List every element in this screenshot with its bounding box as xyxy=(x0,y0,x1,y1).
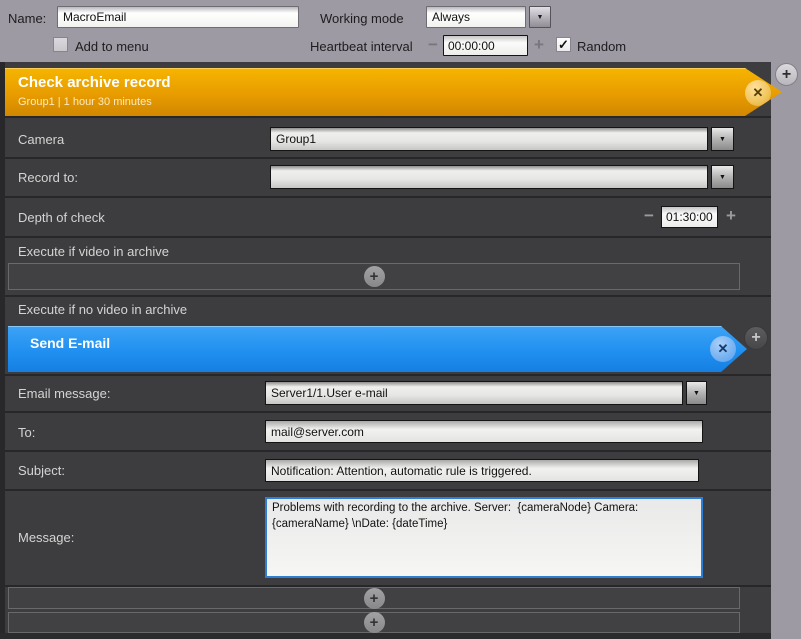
random-checkbox[interactable]: ✓ xyxy=(556,37,571,52)
close-icon: ✕ xyxy=(718,341,729,357)
minus-icon: − xyxy=(644,206,654,225)
checkmark-icon: ✓ xyxy=(558,39,569,51)
to-label: To: xyxy=(18,425,35,440)
chevron-down-icon: ▼ xyxy=(719,136,726,143)
add-action-button[interactable]: + xyxy=(364,612,385,633)
row-separator xyxy=(5,411,771,413)
plus-icon: + xyxy=(370,270,379,283)
depth-increase-button[interactable]: + xyxy=(726,209,736,223)
panel-left-edge xyxy=(0,62,5,639)
plus-icon: + xyxy=(534,35,544,54)
minus-icon: − xyxy=(428,35,438,54)
row-separator xyxy=(5,196,771,198)
heartbeat-decrease-button[interactable]: − xyxy=(428,38,438,52)
subject-field[interactable] xyxy=(265,459,699,482)
record-to-label: Record to: xyxy=(18,170,78,185)
chevron-down-icon: ▼ xyxy=(693,390,700,397)
execute-if-no-video-label: Execute if no video in archive xyxy=(18,302,187,317)
chevron-down-icon: ▼ xyxy=(719,174,726,181)
send-email-block-header[interactable]: Send E-mail ✕ xyxy=(8,326,747,372)
add-action-after-email-button[interactable]: + xyxy=(744,326,768,350)
record-to-select[interactable] xyxy=(270,165,708,189)
plus-icon: + xyxy=(370,616,379,629)
add-to-menu-checkbox[interactable] xyxy=(53,37,68,52)
to-field[interactable] xyxy=(265,420,703,443)
add-action-button[interactable]: + xyxy=(364,588,385,609)
depth-decrease-button[interactable]: − xyxy=(644,209,654,223)
row-separator xyxy=(5,295,771,297)
heartbeat-increase-button[interactable]: + xyxy=(534,38,544,52)
close-icon: ✕ xyxy=(753,85,764,101)
execute-if-video-label: Execute if video in archive xyxy=(18,244,169,259)
heartbeat-label: Heartbeat interval xyxy=(310,39,413,54)
row-separator xyxy=(5,157,771,159)
add-to-menu-label: Add to menu xyxy=(75,39,149,54)
random-label: Random xyxy=(577,39,626,54)
working-mode-select[interactable]: Always xyxy=(426,6,526,28)
plus-icon: + xyxy=(726,206,736,225)
email-message-select[interactable]: Server1/1.User e-mail xyxy=(265,381,683,405)
add-action-bottom-bar-1[interactable]: + xyxy=(8,587,740,609)
heartbeat-field[interactable] xyxy=(443,35,528,56)
message-field[interactable]: Problems with recording to the archive. … xyxy=(265,497,703,578)
email-message-label: Email message: xyxy=(18,386,110,401)
camera-label: Camera xyxy=(18,132,64,147)
working-mode-dropdown-button[interactable]: ▼ xyxy=(529,6,551,28)
add-action-top-button[interactable]: + xyxy=(775,63,798,86)
plus-icon: + xyxy=(751,331,760,345)
add-action-if-video-bar[interactable]: + xyxy=(8,263,740,290)
row-separator xyxy=(5,116,771,118)
block-title: Send E-mail xyxy=(30,335,110,351)
depth-of-check-field[interactable] xyxy=(661,206,718,228)
working-mode-label: Working mode xyxy=(320,11,404,26)
chevron-down-icon: ▼ xyxy=(537,14,544,21)
row-separator xyxy=(5,236,771,238)
row-separator xyxy=(5,374,771,376)
close-button[interactable]: ✕ xyxy=(745,80,771,106)
panel-bottom-edge xyxy=(0,633,771,639)
block-subtitle: Group1 | 1 hour 30 minutes xyxy=(18,96,152,108)
name-field[interactable] xyxy=(57,6,299,28)
plus-icon: + xyxy=(782,68,791,82)
email-message-dropdown-button[interactable]: ▼ xyxy=(686,381,707,405)
camera-dropdown-button[interactable]: ▼ xyxy=(711,127,734,151)
subject-label: Subject: xyxy=(18,463,65,478)
camera-select[interactable]: Group1 xyxy=(270,127,708,151)
close-button[interactable]: ✕ xyxy=(710,336,736,362)
macro-actions-panel: Check archive record Group1 | 1 hour 30 … xyxy=(0,62,771,639)
depth-of-check-label: Depth of check xyxy=(18,210,105,225)
row-separator xyxy=(5,450,771,452)
name-label: Name: xyxy=(8,11,46,26)
row-separator xyxy=(5,489,771,491)
add-action-button[interactable]: + xyxy=(364,266,385,287)
message-label: Message: xyxy=(18,530,74,545)
block-title: Check archive record xyxy=(18,74,171,91)
add-action-bottom-bar-2[interactable]: + xyxy=(8,612,740,633)
plus-icon: + xyxy=(370,592,379,605)
check-archive-record-block-header[interactable]: Check archive record Group1 | 1 hour 30 … xyxy=(5,68,782,116)
record-to-dropdown-button[interactable]: ▼ xyxy=(711,165,734,189)
